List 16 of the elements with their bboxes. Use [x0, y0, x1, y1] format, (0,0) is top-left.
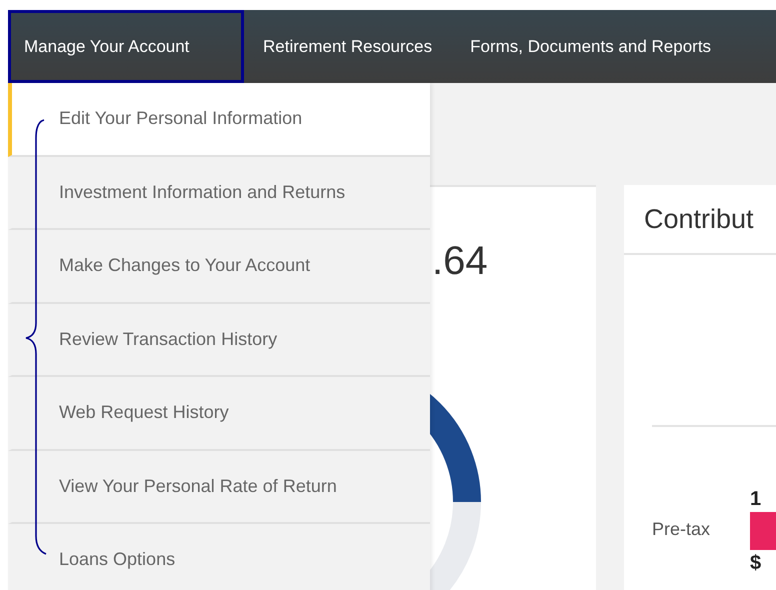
balance-amount: .64 [432, 239, 488, 284]
row-label: Pre-tax [652, 518, 710, 540]
menu-item[interactable]: Web Request History [8, 377, 430, 450]
menu-item[interactable]: Investment Information and Returns [8, 156, 430, 230]
card-title: Contribut [644, 204, 754, 234]
contribution-amount: $ [750, 553, 762, 573]
nav-tab[interactable]: Retirement Resources [244, 10, 452, 83]
nav-tab[interactable]: Manage Your Account [8, 10, 244, 83]
contribution-bar [750, 512, 776, 550]
nav-tab[interactable]: Forms, Documents and Reports [451, 10, 730, 83]
contribution-percent: 1 [750, 489, 762, 509]
menu-item[interactable]: Review Transaction History [8, 304, 430, 377]
menu-item[interactable]: Edit Your Personal Information [8, 83, 430, 156]
menu-item[interactable]: View Your Personal Rate of Return [8, 450, 430, 524]
menu-item[interactable]: Loans Options [8, 524, 430, 590]
menu-item[interactable]: Make Changes to Your Account [8, 230, 430, 304]
